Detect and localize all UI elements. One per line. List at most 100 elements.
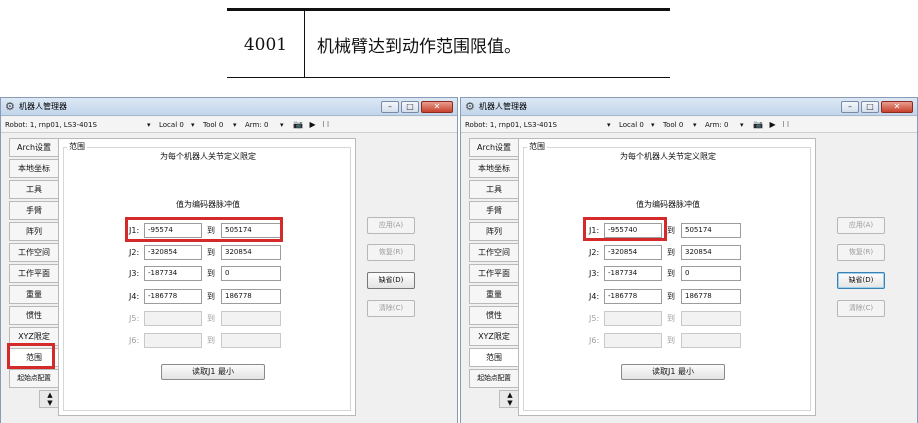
j5-to-label: 到 xyxy=(667,314,675,323)
tab-tool[interactable]: 工具 xyxy=(469,180,519,199)
tab-arch[interactable]: Arch设置 xyxy=(9,138,59,157)
maximize-button[interactable]: □ xyxy=(861,101,879,113)
tab-local[interactable]: 本地坐标 xyxy=(469,159,519,178)
j1-min-input[interactable]: -955740 xyxy=(604,223,662,238)
tab-arch[interactable]: Arch设置 xyxy=(469,138,519,157)
toolbar-icons[interactable]: 📷 ▶ ⁝⁝ xyxy=(753,117,791,133)
range-panel: 范围 为每个机器人关节定义限定 值为编码器脉冲值 J1: -95574 到 50… xyxy=(58,138,356,416)
robot-select[interactable]: Robot: 1, rnp01, LS3-401S xyxy=(5,117,97,133)
apply-button: 应用(A) xyxy=(367,217,415,234)
tool-select[interactable]: Tool 0 xyxy=(663,117,683,133)
tab-box[interactable]: 工作空间 xyxy=(9,243,59,262)
tab-home-config[interactable]: 起始点配置 xyxy=(9,369,59,388)
tab-weight[interactable]: 重量 xyxy=(9,285,59,304)
tab-tool[interactable]: 工具 xyxy=(9,180,59,199)
j1-to-label: 到 xyxy=(207,226,215,235)
robot-dropdown-icon[interactable]: ▾ xyxy=(607,117,611,133)
j5-min-input xyxy=(604,311,662,326)
default-button[interactable]: 缺省(D) xyxy=(367,272,415,289)
default-button[interactable]: 缺省(D) xyxy=(837,272,885,289)
j4-min-input[interactable]: -186778 xyxy=(144,289,202,304)
j2-max-input[interactable]: 320854 xyxy=(681,245,741,260)
tab-pallet[interactable]: 阵列 xyxy=(9,222,59,241)
j6-to-label: 到 xyxy=(667,336,675,345)
j3-min-input[interactable]: -187734 xyxy=(144,266,202,281)
tab-arm[interactable]: 手臂 xyxy=(469,201,519,220)
arm-select[interactable]: Arm: 0 xyxy=(245,117,268,133)
j1-to-label: 到 xyxy=(667,226,675,235)
tab-xyzlim[interactable]: XYZ限定 xyxy=(469,327,519,346)
tab-local[interactable]: 本地坐标 xyxy=(9,159,59,178)
j1-min-input[interactable]: -95574 xyxy=(144,223,202,238)
local-dropdown-icon[interactable]: ▾ xyxy=(191,117,195,133)
read-j1-min-button[interactable]: 读取J1 最小 xyxy=(621,364,725,380)
maximize-button[interactable]: □ xyxy=(401,101,419,113)
error-code: 4001 xyxy=(227,11,305,78)
j6-min-input xyxy=(144,333,202,348)
j3-min-input[interactable]: -187734 xyxy=(604,266,662,281)
robot-manager-window-1: ⚙ 机器人管理器 – □ ✕ Robot: 1, rnp01, LS3-401S… xyxy=(0,97,458,423)
local-dropdown-icon[interactable]: ▾ xyxy=(651,117,655,133)
j2-min-input[interactable]: -320854 xyxy=(604,245,662,260)
tab-box[interactable]: 工作空间 xyxy=(469,243,519,262)
scroll-down-icon[interactable]: ▼ xyxy=(47,399,52,407)
j4-min-input[interactable]: -186778 xyxy=(604,289,662,304)
arm-dropdown-icon[interactable]: ▾ xyxy=(740,117,744,133)
tool-dropdown-icon[interactable]: ▾ xyxy=(233,117,237,133)
minimize-button[interactable]: – xyxy=(381,101,399,113)
tab-xyzlim[interactable]: XYZ限定 xyxy=(9,327,59,346)
robot-arm-icon: ⚙ xyxy=(465,100,475,113)
local-select[interactable]: Local 0 xyxy=(619,117,644,133)
tab-range[interactable]: 范围 xyxy=(469,348,519,367)
tab-inertia[interactable]: 惯性 xyxy=(469,306,519,325)
j2-max-input[interactable]: 320854 xyxy=(221,245,281,260)
j2-min-input[interactable]: -320854 xyxy=(144,245,202,260)
j3-max-input[interactable]: 0 xyxy=(681,266,741,281)
j3-to-label: 到 xyxy=(207,269,215,278)
toolbar: Robot: 1, rnp01, LS3-401S ▾ Local 0 ▾ To… xyxy=(461,117,917,133)
arm-dropdown-icon[interactable]: ▾ xyxy=(280,117,284,133)
tab-range[interactable]: 范围 xyxy=(9,348,59,367)
arm-select[interactable]: Arm: 0 xyxy=(705,117,728,133)
j6-max-input xyxy=(221,333,281,348)
tab-weight[interactable]: 重量 xyxy=(469,285,519,304)
j6-max-input xyxy=(681,333,741,348)
close-button[interactable]: ✕ xyxy=(421,101,453,113)
range-panel: 范围 为每个机器人关节定义限定 值为编码器脉冲值 J1: -955740 到 5… xyxy=(518,138,816,416)
tab-arm[interactable]: 手臂 xyxy=(9,201,59,220)
tab-column: Arch设置 本地坐标 工具 手臂 阵列 工作空间 工作平面 重量 惯性 XYZ… xyxy=(9,138,61,416)
tab-home-config[interactable]: 起始点配置 xyxy=(469,369,519,388)
minimize-button[interactable]: – xyxy=(841,101,859,113)
j6-min-input xyxy=(604,333,662,348)
tab-inertia[interactable]: 惯性 xyxy=(9,306,59,325)
j4-max-input[interactable]: 186778 xyxy=(221,289,281,304)
read-j1-min-button[interactable]: 读取J1 最小 xyxy=(161,364,265,380)
toolbar: Robot: 1, rnp01, LS3-401S ▾ Local 0 ▾ To… xyxy=(1,117,457,133)
j5-label: J5: xyxy=(589,314,600,323)
j4-max-input[interactable]: 186778 xyxy=(681,289,741,304)
scroll-up-icon[interactable]: ▲ xyxy=(507,391,512,399)
tab-pallet[interactable]: 阵列 xyxy=(469,222,519,241)
title-bar[interactable]: ⚙ 机器人管理器 – □ ✕ xyxy=(461,98,917,116)
j5-label: J5: xyxy=(129,314,140,323)
j2-to-label: 到 xyxy=(207,248,215,257)
j1-max-input[interactable]: 505174 xyxy=(221,223,281,238)
scroll-down-icon[interactable]: ▼ xyxy=(507,399,512,407)
j1-max-input[interactable]: 505174 xyxy=(681,223,741,238)
window-title: 机器人管理器 xyxy=(479,102,527,111)
j3-max-input[interactable]: 0 xyxy=(221,266,281,281)
j5-max-input xyxy=(221,311,281,326)
toolbar-icons[interactable]: 📷 ▶ ⁝⁝ xyxy=(293,117,331,133)
scroll-up-icon[interactable]: ▲ xyxy=(47,391,52,399)
tab-plane[interactable]: 工作平面 xyxy=(469,264,519,283)
tool-select[interactable]: Tool 0 xyxy=(203,117,223,133)
local-select[interactable]: Local 0 xyxy=(159,117,184,133)
tool-dropdown-icon[interactable]: ▾ xyxy=(693,117,697,133)
close-button[interactable]: ✕ xyxy=(881,101,913,113)
error-message: 机械臂达到动作范围限值。 xyxy=(317,37,521,57)
title-bar[interactable]: ⚙ 机器人管理器 – □ ✕ xyxy=(1,98,457,116)
robot-dropdown-icon[interactable]: ▾ xyxy=(147,117,151,133)
j4-label: J4: xyxy=(129,292,140,301)
tab-plane[interactable]: 工作平面 xyxy=(9,264,59,283)
robot-select[interactable]: Robot: 1, rnp01, LS3-401S xyxy=(465,117,557,133)
